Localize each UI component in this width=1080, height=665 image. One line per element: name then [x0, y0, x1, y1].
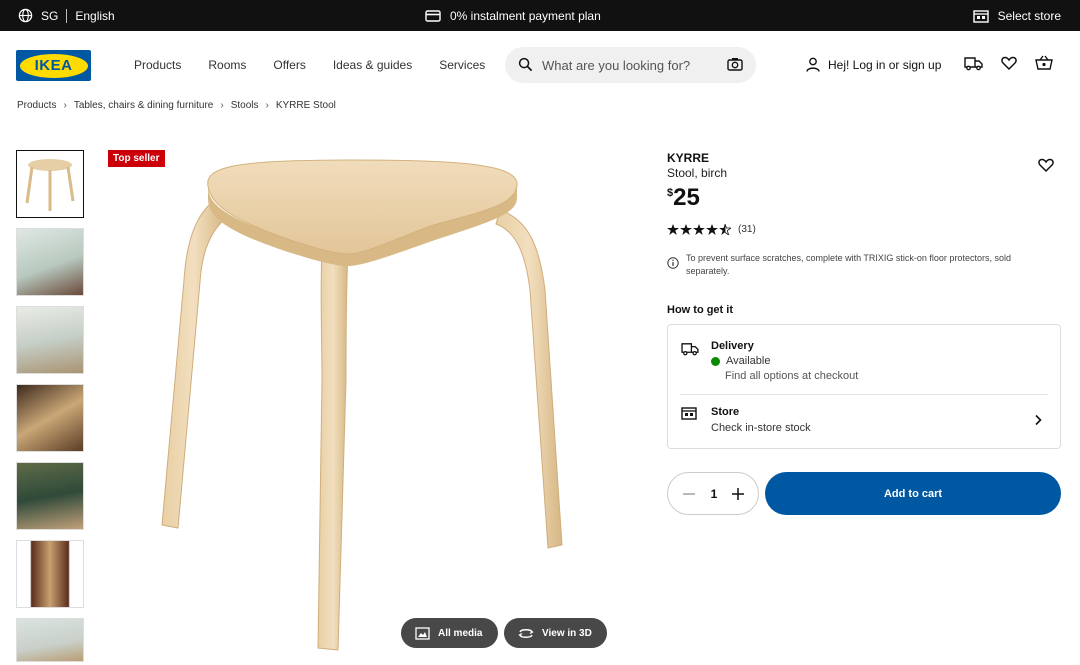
store-icon: [972, 9, 989, 23]
product-info-note: To prevent surface scratches, complete w…: [667, 252, 1047, 278]
cart-icon[interactable]: [1035, 55, 1053, 71]
info-text: To prevent surface scratches, complete w…: [686, 253, 1011, 276]
product-price: $25: [667, 184, 700, 212]
store-title: Store: [711, 406, 740, 418]
product-main-image[interactable]: [100, 140, 660, 660]
select-store-button[interactable]: Select store: [972, 0, 1061, 31]
chevron-right-icon[interactable]: [1034, 414, 1042, 426]
delivery-title: Delivery: [711, 340, 754, 352]
review-count[interactable]: (31): [738, 224, 756, 235]
breadcrumb: Products › Tables, chairs & dining furni…: [17, 100, 336, 111]
search-bar[interactable]: What are you looking for?: [505, 47, 756, 83]
locale-selector[interactable]: SG English: [18, 0, 115, 31]
star-icon: [680, 224, 692, 235]
account-link[interactable]: Hej! Log in or sign up: [806, 57, 941, 72]
add-to-cart-button[interactable]: Add to cart: [765, 472, 1061, 515]
language-label: English: [75, 8, 115, 23]
promo-text: 0% instalment payment plan: [450, 8, 601, 23]
all-media-button[interactable]: All media: [401, 618, 498, 648]
all-media-label: All media: [438, 627, 483, 639]
top-seller-badge: Top seller: [108, 150, 165, 167]
delivery-truck-icon: [681, 343, 699, 356]
chevron-right-icon: ›: [63, 100, 67, 111]
search-input[interactable]: What are you looking for?: [542, 58, 690, 73]
price-currency: $: [667, 187, 674, 199]
main-nav: Products Rooms Offers Ideas & guides Ser…: [134, 58, 512, 72]
store-subtext: Check in-store stock: [711, 422, 811, 434]
breadcrumb-products[interactable]: Products: [17, 100, 56, 111]
breadcrumb-stools[interactable]: Stools: [231, 100, 259, 111]
heart-icon[interactable]: [1001, 55, 1017, 71]
logo-text: IKEA: [34, 57, 73, 74]
promo-banner[interactable]: 0% instalment payment plan: [425, 0, 601, 31]
user-icon: [806, 57, 820, 72]
rating-stars[interactable]: [667, 224, 731, 235]
price-amount: 25: [673, 184, 700, 211]
nav-rooms[interactable]: Rooms: [208, 58, 246, 72]
delivery-subtext: Find all options at checkout: [725, 370, 859, 382]
star-icon: [693, 224, 705, 235]
favourite-heart-icon[interactable]: [1038, 157, 1054, 173]
minus-icon[interactable]: [682, 487, 696, 501]
main-header: IKEA Products Rooms Offers Ideas & guide…: [0, 31, 1080, 101]
thumbnail-4[interactable]: [16, 384, 84, 452]
store-icon: [681, 407, 697, 420]
account-label: Hej! Log in or sign up: [828, 57, 942, 72]
nav-services[interactable]: Services: [439, 58, 485, 72]
gallery-icon: [415, 626, 430, 640]
thumbnail-1[interactable]: [16, 150, 84, 218]
chevron-right-icon: ›: [265, 100, 269, 111]
thumbnail-6[interactable]: [16, 540, 84, 608]
nav-offers[interactable]: Offers: [273, 58, 305, 72]
select-store-label: Select store: [997, 8, 1061, 23]
header-icons: [964, 55, 1053, 71]
fulfilment-divider: [680, 394, 1048, 395]
half-star-icon: [719, 224, 731, 235]
breadcrumb-tables[interactable]: Tables, chairs & dining furniture: [74, 100, 214, 111]
info-icon: [667, 257, 679, 269]
star-icon: [706, 224, 718, 235]
kyrre-stool-image: [161, 159, 563, 651]
delivery-truck-icon[interactable]: [964, 55, 983, 71]
quantity-value[interactable]: 1: [709, 487, 719, 501]
globe-icon: [18, 8, 33, 23]
locale-divider: [66, 8, 68, 23]
rotate-3d-icon: [518, 628, 534, 638]
top-bar: SG English 0% instalment payment plan Se…: [0, 0, 1080, 31]
view-3d-label: View in 3D: [542, 627, 592, 639]
thumbnail-7[interactable]: [16, 618, 84, 662]
delivery-status-text: Available: [726, 355, 771, 367]
view-3d-button[interactable]: View in 3D: [504, 618, 607, 648]
ikea-logo[interactable]: IKEA: [16, 50, 91, 81]
star-icon: [667, 224, 679, 235]
nav-products[interactable]: Products: [134, 58, 181, 72]
country-code: SG: [41, 8, 59, 23]
search-icon[interactable]: [518, 57, 533, 72]
breadcrumb-current: KYRRE Stool: [275, 100, 336, 111]
chevron-right-icon: ›: [220, 100, 224, 111]
nav-ideas-guides[interactable]: Ideas & guides: [333, 58, 412, 72]
logo-oval: IKEA: [19, 53, 88, 78]
credit-card-icon: [425, 9, 441, 22]
quantity-stepper[interactable]: 1: [667, 472, 759, 515]
product-description: Stool, birch: [667, 166, 728, 180]
thumbnail-2[interactable]: [16, 228, 84, 296]
delivery-status: Available: [711, 355, 770, 367]
thumbnail-3[interactable]: [16, 306, 84, 374]
available-dot-icon: [711, 356, 720, 366]
stool-thumbnail-image: [17, 151, 83, 217]
how-to-get-it-heading: How to get it: [667, 304, 733, 316]
plus-icon[interactable]: [731, 487, 745, 501]
product-name: KYRRE: [667, 151, 710, 165]
thumbnail-5[interactable]: [16, 462, 84, 530]
camera-icon[interactable]: [727, 57, 743, 72]
fulfilment-box: Delivery Available Find all options at c…: [667, 324, 1061, 449]
